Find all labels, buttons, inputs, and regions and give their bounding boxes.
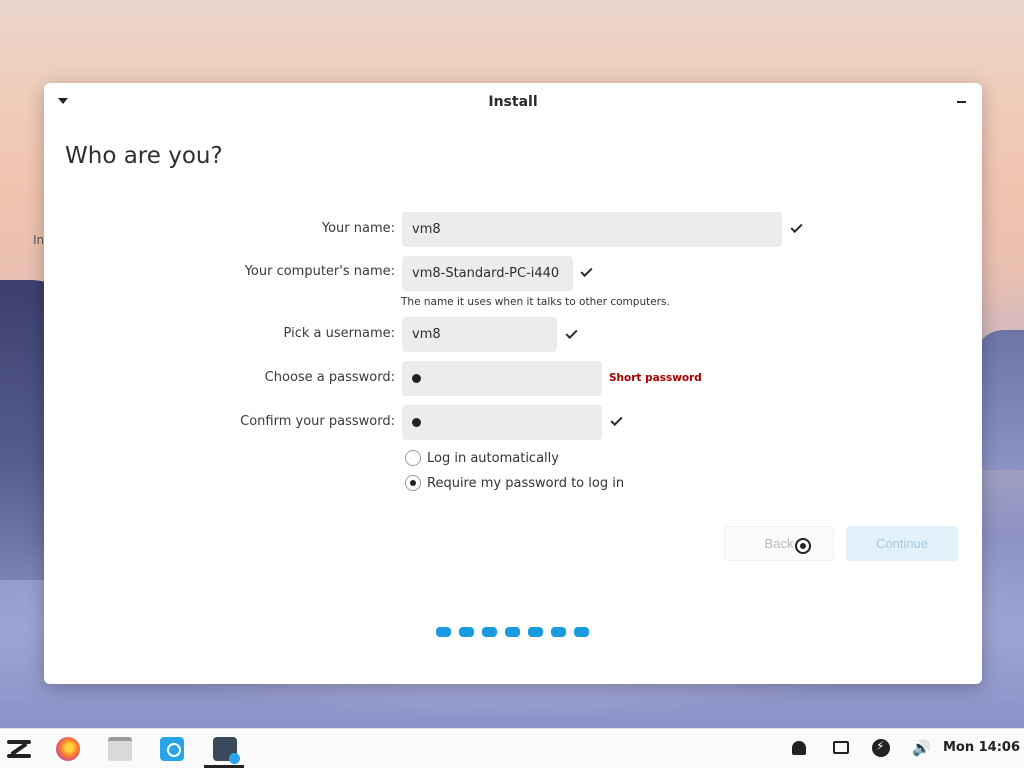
taskbar: 🔊 Mon 14:06 (0, 728, 1024, 768)
login-automatically-label: Log in automatically (427, 450, 559, 466)
power-icon[interactable] (872, 739, 890, 757)
volume-icon[interactable]: 🔊 (912, 740, 931, 756)
name-valid-check-icon (790, 220, 803, 234)
progress-step-dot (505, 627, 520, 637)
password-field[interactable] (402, 361, 602, 396)
progress-step-dot (528, 627, 543, 637)
progress-step-dot (436, 627, 451, 637)
installer-icon[interactable] (213, 737, 240, 764)
desktop-icon-label: In (33, 233, 45, 247)
confirm-password-valid-check-icon (610, 413, 623, 427)
computer-name-field[interactable]: vm8-Standard-PC-i440 (402, 256, 573, 291)
password-strength-error: Short password (609, 372, 702, 384)
progress-step-dot (482, 627, 497, 637)
confirm-password-field[interactable] (402, 405, 602, 440)
require-password-radio[interactable] (405, 475, 421, 491)
computer-name-hint: The name it uses when it talks to other … (401, 296, 670, 308)
confirm-password-label: Confirm your password: (240, 414, 395, 429)
window-title: Install (488, 94, 538, 110)
username-label: Pick a username: (283, 326, 395, 341)
login-automatically-radio[interactable] (405, 450, 421, 466)
back-button[interactable]: Back (724, 526, 834, 561)
confirm-mask-dot (412, 418, 421, 427)
password-mask-dot (412, 374, 421, 383)
titlebar: Install (44, 83, 982, 121)
software-store-icon[interactable] (160, 737, 184, 761)
require-password-label: Require my password to log in (427, 475, 625, 491)
progress-step-dot (459, 627, 474, 637)
computer-name-valid-check-icon (580, 264, 593, 278)
progress-step-dot (574, 627, 589, 637)
login-automatically-option[interactable]: Log in automatically (405, 449, 559, 467)
password-label: Choose a password: (264, 370, 395, 385)
files-icon[interactable] (108, 737, 132, 761)
continue-button[interactable]: Continue (846, 526, 958, 561)
name-label: Your name: (321, 221, 395, 236)
username-field[interactable]: vm8 (402, 317, 557, 352)
zorin-menu-icon[interactable] (7, 737, 31, 761)
username-valid-check-icon (565, 326, 578, 340)
minimize-icon[interactable] (957, 101, 966, 103)
busy-cursor-icon (795, 538, 811, 554)
screen-icon[interactable] (833, 741, 849, 754)
installer-window: Install Who are you? Your name: vm8 Your… (44, 83, 982, 684)
firefox-icon[interactable] (56, 737, 80, 761)
progress-step-dot (551, 627, 566, 637)
step-progress (436, 627, 589, 637)
name-field[interactable]: vm8 (402, 212, 782, 247)
bell-icon[interactable] (792, 741, 806, 755)
require-password-option[interactable]: Require my password to log in (405, 474, 624, 492)
computer-name-label: Your computer's name: (244, 264, 395, 279)
clock[interactable]: Mon 14:06 (943, 740, 1020, 755)
page-title: Who are you? (65, 143, 223, 169)
